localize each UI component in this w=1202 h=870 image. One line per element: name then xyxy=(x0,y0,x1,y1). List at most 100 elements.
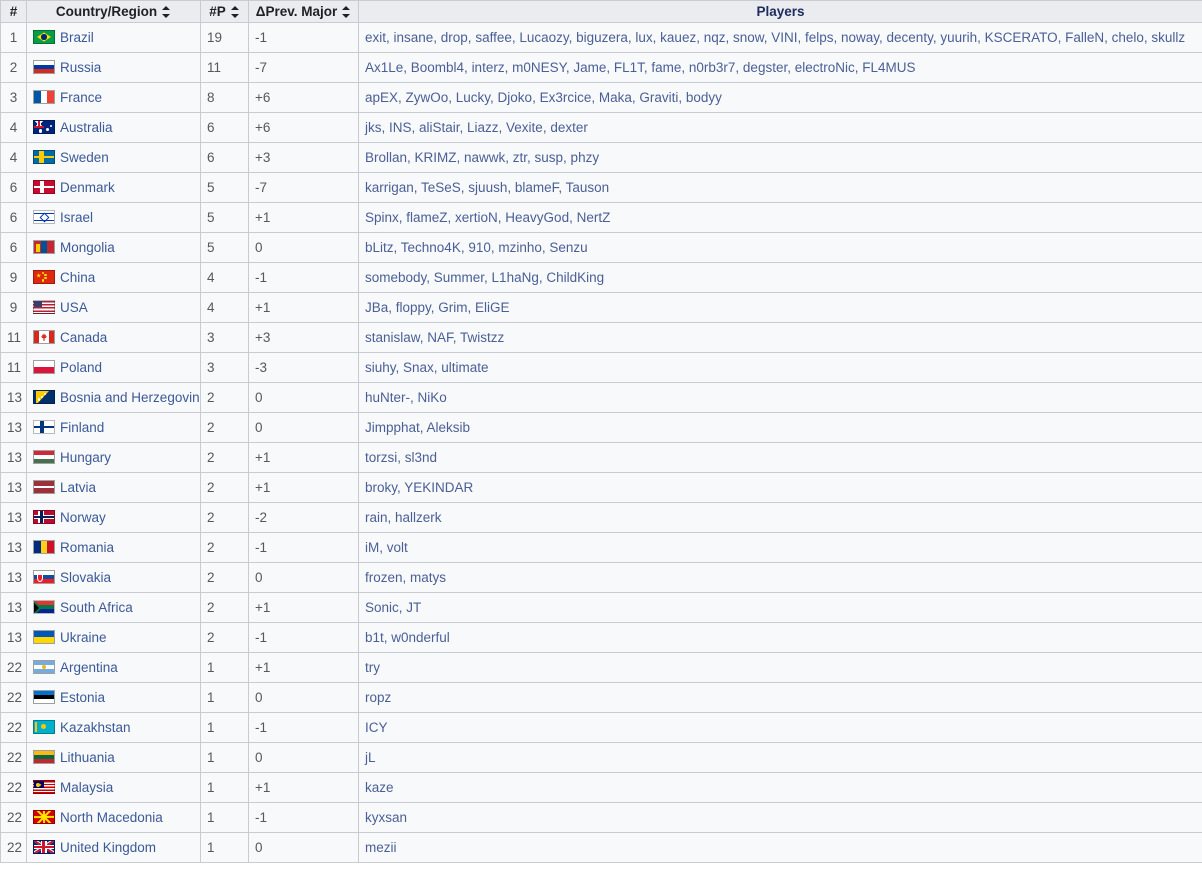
flag-icon-usa xyxy=(33,300,55,314)
country-link[interactable]: Ukraine xyxy=(60,630,107,645)
country-link[interactable]: Lithuania xyxy=(60,750,115,765)
table-row: 6 Mongolia 5 0 bLitz, Techno4K, 910, mzinho,… xyxy=(0,232,1202,263)
cell-players-count: 4 xyxy=(200,262,249,293)
players-list: somebody, Summer, L1haNg, ChildKing xyxy=(365,270,605,285)
cell-players-count: 2 xyxy=(200,502,249,533)
cell-rank: 13 xyxy=(0,532,27,563)
country-link[interactable]: Slovakia xyxy=(60,570,111,585)
cell-rank: 6 xyxy=(0,202,27,233)
cell-players: somebody, Summer, L1haNg, ChildKing xyxy=(358,262,1202,293)
cell-players: iM, volt xyxy=(358,532,1202,563)
country-link[interactable]: Israel xyxy=(60,210,93,225)
country-link[interactable]: Estonia xyxy=(60,690,105,705)
country-link[interactable]: Kazakhstan xyxy=(60,720,131,735)
country-link[interactable]: Romania xyxy=(60,540,114,555)
country-link[interactable]: Mongolia xyxy=(60,240,115,255)
cell-rank: 22 xyxy=(0,832,27,863)
country-link[interactable]: Canada xyxy=(60,330,107,345)
table-row: 22 Malaysia 1 +1 kaze xyxy=(0,772,1202,803)
flag-icon-uk xyxy=(33,840,55,854)
cell-delta-prev-major: -1 xyxy=(248,802,359,833)
cell-rank: 4 xyxy=(0,112,27,143)
cell-country: United Kingdom xyxy=(26,832,201,863)
cell-delta-prev-major: -1 xyxy=(248,22,359,53)
country-link[interactable]: France xyxy=(60,90,102,105)
cell-delta-prev-major: 0 xyxy=(248,382,359,413)
country-link[interactable]: Russia xyxy=(60,60,101,75)
table-body: 1 Brazil 19 -1 exit, insane, drop, saffee, L… xyxy=(0,22,1202,863)
cell-players: torzsi, sl3nd xyxy=(358,442,1202,473)
country-link[interactable]: North Macedonia xyxy=(60,810,163,825)
country-link[interactable]: Malaysia xyxy=(60,780,113,795)
country-link[interactable]: Norway xyxy=(60,510,106,525)
table-row: 22 North Macedonia 1 -1 kyxsan xyxy=(0,802,1202,833)
players-list: Jimpphat, Aleksib xyxy=(365,420,471,435)
cell-delta-prev-major: +1 xyxy=(248,592,359,623)
table-row: 13 Finland 2 0 Jimpphat, Aleksib xyxy=(0,412,1202,443)
cell-country: Sweden xyxy=(26,142,201,173)
cell-rank: 22 xyxy=(0,652,27,683)
table-row: 13 Ukraine 2 -1 b1t, w0nderful xyxy=(0,622,1202,653)
flag-icon-israel xyxy=(33,210,55,224)
country-link[interactable]: Australia xyxy=(60,120,113,135)
sort-both-icon[interactable] xyxy=(342,5,351,18)
cell-country: Malaysia xyxy=(26,772,201,803)
country-link[interactable]: Argentina xyxy=(60,660,118,675)
cell-country: Norway xyxy=(26,502,201,533)
players-list: broky, YEKINDAR xyxy=(365,480,474,495)
sort-both-icon[interactable] xyxy=(230,5,240,18)
cell-country: Mongolia xyxy=(26,232,201,263)
table-row: 13 South Africa 2 +1 Sonic, JT xyxy=(0,592,1202,623)
cell-country: Latvia xyxy=(26,472,201,503)
cell-rank: 22 xyxy=(0,802,27,833)
table-row: 13 Bosnia and Herzegovina 2 0 huNter-, NiKo xyxy=(0,382,1202,413)
cell-players-count: 2 xyxy=(200,442,249,473)
players-list: JBa, floppy, Grim, EliGE xyxy=(365,300,510,315)
cell-players-count: 3 xyxy=(200,352,249,383)
cell-delta-prev-major: +1 xyxy=(248,442,359,473)
cell-delta-prev-major: 0 xyxy=(248,232,359,263)
cell-players: mezii xyxy=(358,832,1202,863)
column-header-country[interactable]: Country/Region xyxy=(26,0,201,23)
country-players-table: # Country/Region #P ΔPrev. Major Players… xyxy=(0,0,1202,863)
flag-icon-china xyxy=(33,270,55,284)
cell-players-count: 8 xyxy=(200,82,249,113)
table-row: 13 Romania 2 -1 iM, volt xyxy=(0,532,1202,563)
cell-delta-prev-major: +1 xyxy=(248,472,359,503)
country-link[interactable]: Poland xyxy=(60,360,102,375)
cell-players: frozen, matys xyxy=(358,562,1202,593)
cell-country: France xyxy=(26,82,201,113)
country-link[interactable]: Latvia xyxy=(60,480,96,495)
table-row: 9 China 4 -1 somebody, Summer, L1haNg, Child… xyxy=(0,262,1202,293)
country-link[interactable]: Denmark xyxy=(60,180,115,195)
cell-players-count: 1 xyxy=(200,802,249,833)
table-row: 13 Hungary 2 +1 torzsi, sl3nd xyxy=(0,442,1202,473)
country-link[interactable]: United Kingdom xyxy=(60,840,156,855)
cell-country: Ukraine xyxy=(26,622,201,653)
country-link[interactable]: South Africa xyxy=(60,600,133,615)
country-link[interactable]: Sweden xyxy=(60,150,109,165)
table-row: 22 United Kingdom 1 0 mezii xyxy=(0,832,1202,863)
country-link[interactable]: USA xyxy=(60,300,88,315)
country-link[interactable]: China xyxy=(60,270,95,285)
table-header: # Country/Region #P ΔPrev. Major Players xyxy=(0,0,1202,23)
table-row: 13 Latvia 2 +1 broky, YEKINDAR xyxy=(0,472,1202,503)
cell-country: Romania xyxy=(26,532,201,563)
country-link[interactable]: Hungary xyxy=(60,450,111,465)
cell-delta-prev-major: +1 xyxy=(248,772,359,803)
column-header-players-label: Players xyxy=(756,4,805,19)
cell-players: stanislaw, NAF, Twistzz xyxy=(358,322,1202,353)
cell-players-count: 2 xyxy=(200,622,249,653)
country-link[interactable]: Brazil xyxy=(60,30,94,45)
column-header-delta-prev-major[interactable]: ΔPrev. Major xyxy=(248,0,359,23)
country-link[interactable]: Finland xyxy=(60,420,104,435)
sort-both-icon[interactable] xyxy=(162,5,171,18)
country-link[interactable]: Bosnia and Herzegovina xyxy=(60,390,200,405)
cell-rank: 13 xyxy=(0,472,27,503)
players-list: Sonic, JT xyxy=(365,600,422,615)
column-header-players-count[interactable]: #P xyxy=(200,0,249,23)
cell-country: Poland xyxy=(26,352,201,383)
cell-players: broky, YEKINDAR xyxy=(358,472,1202,503)
cell-rank: 13 xyxy=(0,502,27,533)
cell-players-count: 11 xyxy=(200,52,249,83)
